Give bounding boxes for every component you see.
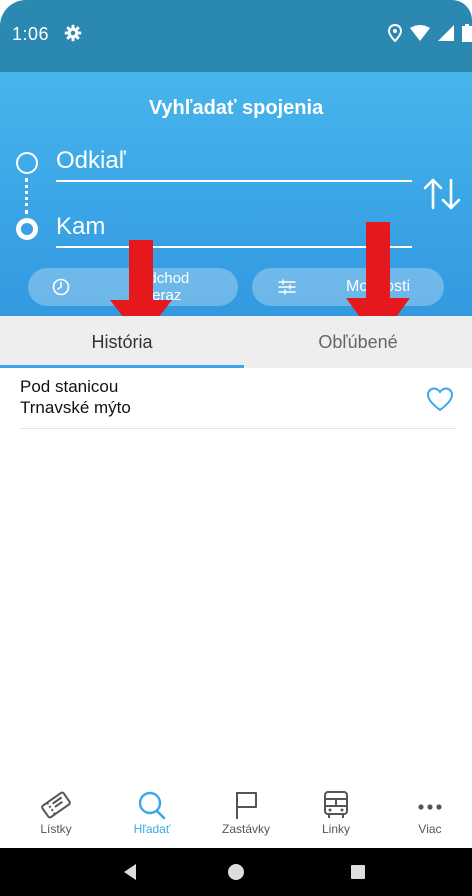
nav-lines[interactable]: Linky <box>296 790 376 836</box>
page-title: Vyhľadať spojenia <box>148 97 324 119</box>
tab-bar: História Obľúbené <box>0 316 472 368</box>
sliders-icon <box>278 279 296 295</box>
bus-icon <box>324 791 348 818</box>
status-time: 1:06 <box>12 24 50 44</box>
destination-marker-icon <box>16 218 38 240</box>
route-connector <box>25 178 28 214</box>
nav-tickets-label: Lístky <box>40 822 72 836</box>
recents-icon[interactable] <box>348 862 368 882</box>
battery-icon <box>462 24 472 42</box>
back-icon[interactable] <box>120 862 140 882</box>
home-icon[interactable] <box>226 862 246 882</box>
active-tab-indicator <box>0 365 244 368</box>
origin-marker-icon <box>16 152 38 174</box>
swap-direction-icon[interactable] <box>420 172 464 216</box>
system-navigation-bar <box>0 848 472 896</box>
status-bar: 1:06 <box>0 0 472 72</box>
to-placeholder: Kam <box>56 213 106 240</box>
wifi-icon <box>410 25 430 41</box>
nav-lines-label: Linky <box>321 822 350 836</box>
tab-favorites[interactable]: Obľúbené <box>244 316 472 368</box>
nav-more-label: Viac <box>418 822 442 836</box>
nav-search[interactable]: Hľadať <box>112 790 192 836</box>
search-icon <box>138 791 166 820</box>
phone-screen: 1:06 Vyhľadať spojenia Odkiaľ Kam Odchod… <box>0 0 472 896</box>
clock-icon <box>52 278 70 296</box>
nav-tickets[interactable]: Lístky <box>16 790 96 836</box>
from-placeholder: Odkiaľ <box>56 147 126 174</box>
heart-icon[interactable] <box>426 386 454 412</box>
bottom-navigation: Lístky Hľadať Zastávky Linky Viac <box>0 784 472 848</box>
location-icon <box>388 24 402 42</box>
nav-search-label: Hľadať <box>133 822 171 836</box>
ticket-icon <box>41 791 71 819</box>
nav-more[interactable]: Viac <box>390 790 470 836</box>
from-field[interactable]: Odkiaľ <box>56 144 412 182</box>
history-from: Pod stanicou <box>20 377 119 396</box>
search-panel: Vyhľadať spojenia Odkiaľ Kam Odchod Tera… <box>0 72 472 342</box>
history-to: Trnavské mýto <box>20 398 131 417</box>
signal-icon <box>438 25 454 41</box>
nav-stops-label: Zastávky <box>221 822 270 836</box>
gear-icon <box>64 24 82 42</box>
more-icon <box>418 804 442 810</box>
history-item[interactable]: Pod stanicou Trnavské mýto <box>20 376 456 429</box>
nav-stops[interactable]: Zastávky <box>206 790 286 836</box>
tab-history[interactable]: História <box>0 316 244 368</box>
flag-icon <box>236 792 257 819</box>
